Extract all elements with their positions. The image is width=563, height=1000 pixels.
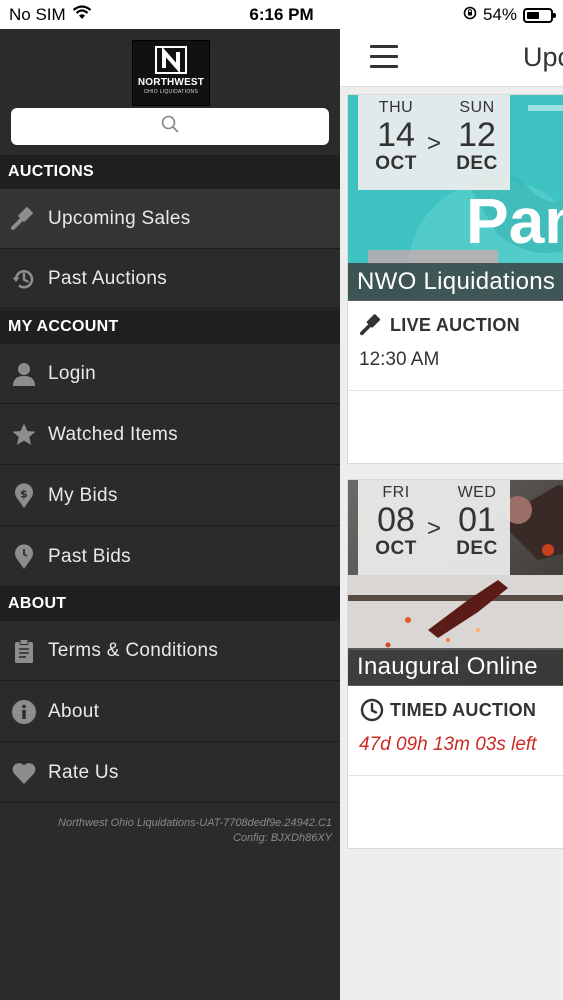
- search-icon: [161, 115, 179, 138]
- end-day: 12: [458, 116, 496, 154]
- card-divider: [348, 390, 563, 391]
- logo-line-2: OHIO LIQUIDATIONS: [143, 89, 199, 95]
- logo-line-1: NORTHWEST: [137, 77, 205, 88]
- menu-item-terms[interactable]: Terms & Conditions: [0, 621, 340, 681]
- date-separator: >: [427, 130, 442, 157]
- menu-item-past-bids[interactable]: Past Bids: [0, 527, 340, 587]
- start-weekday: FRI: [382, 484, 410, 501]
- search-input[interactable]: [11, 108, 329, 145]
- menu-item-label: About: [48, 700, 100, 722]
- end-date: SUN 12 DEC: [442, 99, 512, 175]
- history-icon: [11, 266, 37, 292]
- date-range: THU 14 OCT > SUN 12 DEC: [358, 95, 510, 190]
- auction-type-label: LIVE AUCTION: [390, 314, 520, 335]
- end-date: WED 01 DEC: [442, 484, 512, 560]
- menu-item-label: Login: [48, 362, 96, 384]
- svg-text:Pam: Pam: [466, 185, 563, 257]
- auction-type: LIVE AUCTION: [360, 313, 520, 337]
- gavel-icon: [11, 206, 37, 232]
- start-month: OCT: [375, 538, 417, 559]
- menu-item-label: Watched Items: [48, 423, 178, 445]
- menu-item-my-bids[interactable]: $ My Bids: [0, 466, 340, 526]
- menu-toggle-icon[interactable]: [370, 45, 398, 69]
- auction-type-label: TIMED AUCTION: [390, 699, 537, 720]
- menu-item-upcoming-sales[interactable]: Upcoming Sales: [0, 189, 340, 249]
- main-content: Upcoming Sales Pam THU 14 OCT > SUN 12: [340, 29, 563, 1000]
- build-version: Northwest Ohio Liquidations-UAT-7708dedf…: [58, 817, 332, 829]
- end-month: DEC: [456, 538, 498, 559]
- menu-item-rate-us[interactable]: Rate Us: [0, 743, 340, 803]
- end-weekday: SUN: [459, 99, 495, 116]
- auction-card[interactable]: Pam THU 14 OCT > SUN 12 DEC NWO Liquidat…: [347, 94, 563, 464]
- date-range: FRI 08 OCT > WED 01 DEC: [358, 480, 510, 575]
- person-icon: [11, 361, 37, 387]
- star-icon: [11, 422, 37, 448]
- start-date: THU 14 OCT: [361, 99, 431, 175]
- start-day: 14: [377, 116, 415, 154]
- side-drawer: NORTHWEST OHIO LIQUIDATIONS AUCTIONS Upc…: [0, 29, 340, 1000]
- build-config: Config: BJXDh86XY: [232, 832, 332, 844]
- clipboard-icon: [11, 638, 37, 664]
- menu-item-label: My Bids: [48, 484, 118, 506]
- menu-item-past-auctions[interactable]: Past Auctions: [0, 249, 340, 309]
- status-bar: No SIM 6:16 PM 54%: [0, 0, 563, 29]
- menu-item-label: Upcoming Sales: [48, 207, 191, 229]
- clock-pin-icon: [11, 543, 37, 570]
- section-about: ABOUT: [0, 587, 340, 621]
- end-month: DEC: [456, 153, 498, 174]
- top-bar: Upcoming Sales: [340, 29, 563, 87]
- menu-item-label: Past Bids: [48, 545, 131, 567]
- battery-percent: 54%: [482, 5, 517, 24]
- menu-item-label: Terms & Conditions: [48, 639, 219, 661]
- section-my-account: MY ACCOUNT: [0, 310, 340, 344]
- rotation-lock-icon: [463, 5, 477, 25]
- menu-item-login[interactable]: Login: [0, 344, 340, 404]
- section-auctions: AUCTIONS: [0, 155, 340, 189]
- logo-mark-icon: [155, 46, 187, 74]
- dollar-pin-icon: $: [11, 482, 37, 509]
- auction-title: Inaugural Online: [348, 648, 563, 686]
- end-weekday: WED: [457, 484, 497, 501]
- card-divider: [348, 775, 563, 776]
- start-weekday: THU: [378, 99, 414, 116]
- menu-item-label: Past Auctions: [48, 267, 168, 289]
- auction-time: 12:30 AM: [359, 349, 440, 370]
- menu-item-label: Rate Us: [48, 761, 119, 783]
- menu-item-about[interactable]: About: [0, 682, 340, 742]
- menu-item-watched-items[interactable]: Watched Items: [0, 405, 340, 465]
- auction-countdown: 47d 09h 13m 03s left: [359, 734, 537, 755]
- start-day: 08: [377, 501, 415, 539]
- company-logo: NORTHWEST OHIO LIQUIDATIONS: [132, 40, 210, 106]
- heart-icon: [11, 760, 37, 786]
- clock-icon: [360, 698, 384, 722]
- gavel-icon: [360, 313, 384, 337]
- auction-card[interactable]: FRI 08 OCT > WED 01 DEC Inaugural Online…: [347, 479, 563, 849]
- start-date: FRI 08 OCT: [361, 484, 431, 560]
- end-day: 01: [458, 501, 496, 539]
- date-separator: >: [427, 515, 442, 542]
- info-icon: [11, 699, 37, 725]
- page-title: Upcoming Sales: [523, 42, 563, 72]
- auction-type: TIMED AUCTION: [360, 698, 536, 722]
- auction-title: NWO Liquidations: [348, 263, 563, 301]
- battery-fill: [527, 11, 539, 19]
- start-month: OCT: [375, 153, 417, 174]
- svg-text:$: $: [20, 487, 28, 500]
- battery-icon: [523, 7, 556, 23]
- build-info: Northwest Ohio Liquidations-UAT-7708dedf…: [58, 816, 332, 846]
- status-right: 54%: [463, 5, 556, 25]
